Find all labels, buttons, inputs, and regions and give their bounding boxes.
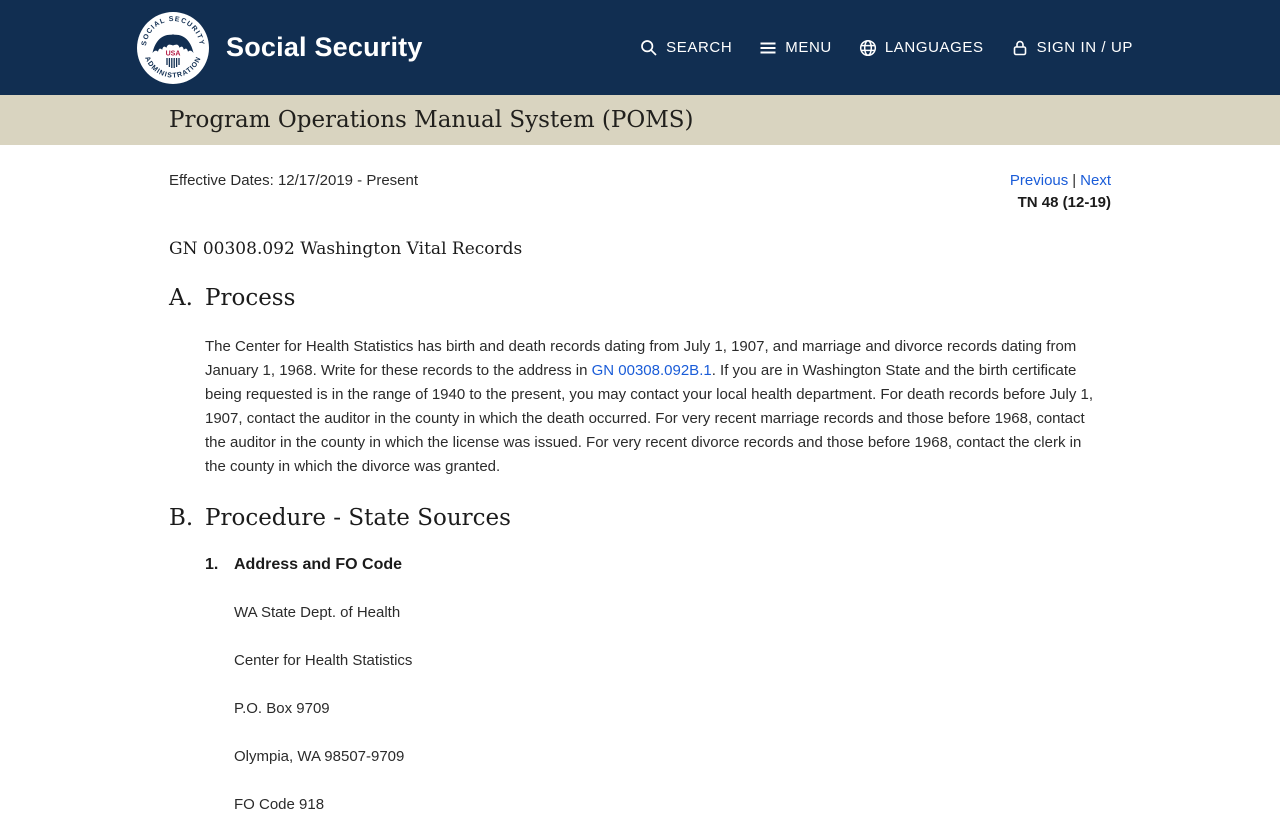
address-line: Olympia, WA 98507-9709 <box>234 748 405 765</box>
section-b-heading: B. Procedure - State Sources <box>169 503 1111 533</box>
nav-sign-in-label: SIGN IN / UP <box>1036 39 1133 56</box>
address-block: WA State Dept. of Health Center for Heal… <box>234 603 1111 815</box>
page-title: Program Operations Manual System (POMS) <box>169 107 694 133</box>
section-a-letter: A. <box>169 285 193 311</box>
address-line: Center for Health Statistics <box>234 652 413 669</box>
lock-icon <box>1011 39 1029 57</box>
brand-name: Social Security <box>226 32 423 62</box>
nav-languages[interactable]: LANGUAGES <box>859 39 984 57</box>
nav-sign-in[interactable]: SIGN IN / UP <box>1011 39 1133 57</box>
transmittal-number: TN 48 (12-19) <box>1017 194 1111 211</box>
search-icon <box>640 39 658 57</box>
brand-home-link[interactable]: SOCIAL SECURITY ADMINISTRATION USA Socia… <box>137 11 423 84</box>
address-line: FO Code 918 <box>234 796 325 813</box>
document-title: GN 00308.092 Washington Vital Records <box>169 239 523 259</box>
section-b-title: Procedure - State Sources <box>205 505 511 531</box>
ssa-seal-icon: SOCIAL SECURITY ADMINISTRATION USA <box>137 11 209 84</box>
meta-row: Effective Dates: 12/17/2019 - Present Pr… <box>169 172 1111 211</box>
address-line: P.O. Box 9709 <box>234 700 330 717</box>
pager-links: Previous | Next <box>1010 172 1111 189</box>
section-a-paragraph: The Center for Health Statistics has bir… <box>205 335 1106 479</box>
nav-search-label: SEARCH <box>666 39 733 56</box>
site-header: SOCIAL SECURITY ADMINISTRATION USA Socia… <box>0 0 1280 95</box>
section-b-letter: B. <box>169 505 194 531</box>
poms-banner: Program Operations Manual System (POMS) <box>0 95 1280 145</box>
svg-text:USA: USA <box>166 50 181 57</box>
next-link[interactable]: Next <box>1080 172 1111 189</box>
pager-separator: | <box>1072 172 1077 189</box>
address-line: WA State Dept. of Health <box>234 604 401 621</box>
main-content: Effective Dates: 12/17/2019 - Present Pr… <box>0 145 1280 815</box>
top-nav: SEARCH MENU LANGUAGES SIGN IN / UP <box>640 39 1133 57</box>
subsection-1-heading: 1. Address and FO Code <box>205 555 1111 575</box>
subsection-1-title: Address and FO Code <box>234 556 403 573</box>
menu-icon <box>759 39 777 57</box>
globe-icon <box>859 39 877 57</box>
nav-search[interactable]: SEARCH <box>640 39 732 57</box>
nav-menu-label: MENU <box>785 39 832 56</box>
previous-link[interactable]: Previous <box>1010 172 1068 189</box>
poms-reference-link[interactable]: GN 00308.092B.1 <box>592 362 712 379</box>
subsection-1-number: 1. <box>205 556 219 573</box>
section-a-title: Process <box>205 285 296 311</box>
pager-block: Previous | Next TN 48 (12-19) <box>1010 172 1111 211</box>
nav-menu[interactable]: MENU <box>759 39 832 57</box>
effective-dates: Effective Dates: 12/17/2019 - Present <box>169 172 419 189</box>
nav-languages-label: LANGUAGES <box>884 39 984 56</box>
section-a-heading: A. Process <box>169 283 1111 313</box>
